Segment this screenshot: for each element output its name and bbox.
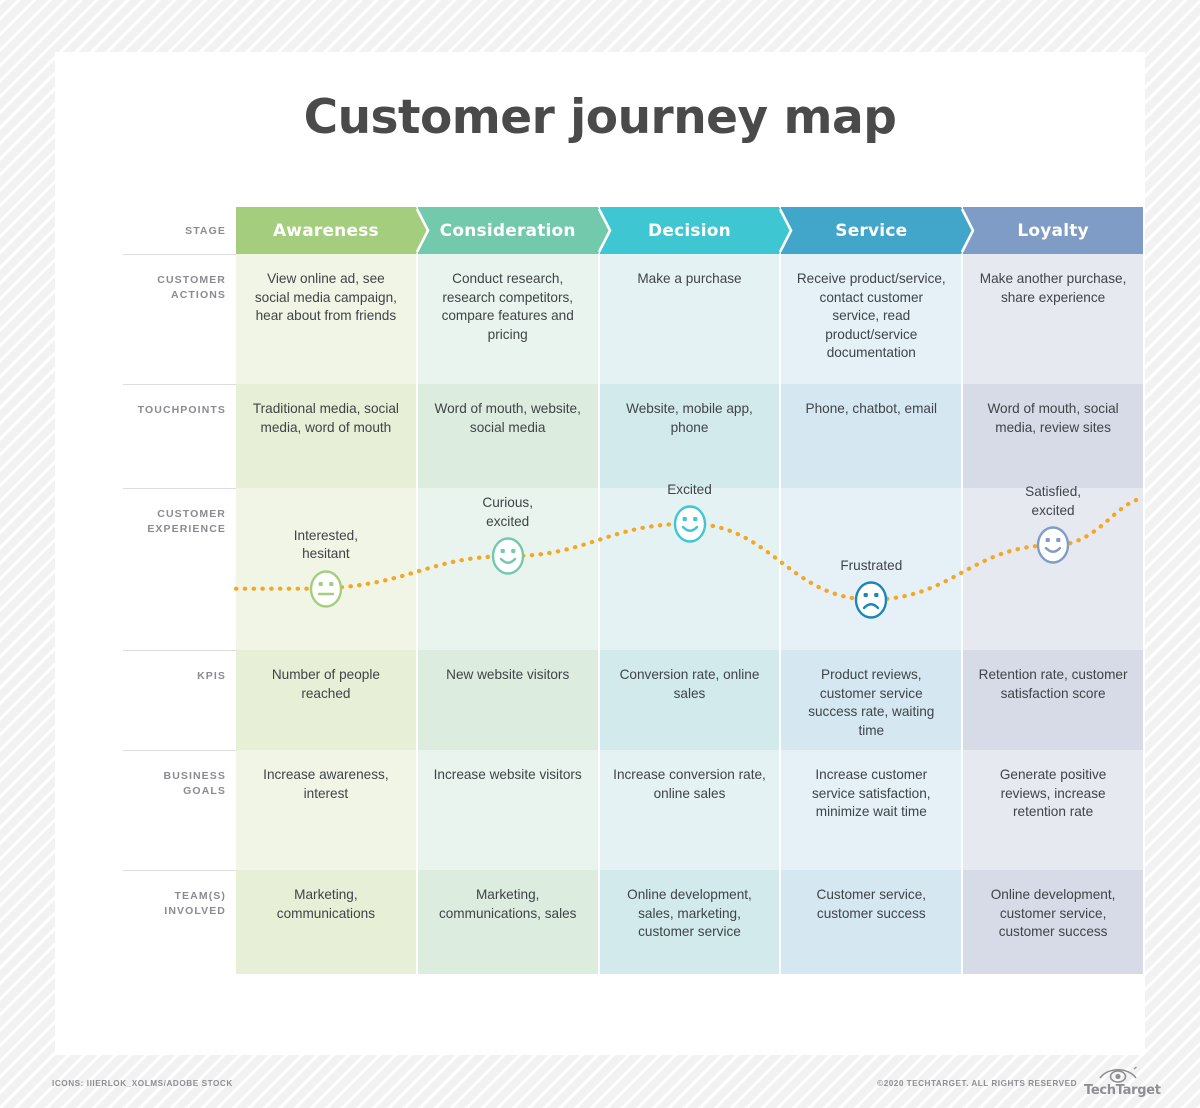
stage-header-decision[interactable]: Decision	[599, 207, 794, 254]
icon-credit: ICONS: IIIERLOK_XOLMS/ADOBE STOCK	[52, 1079, 233, 1088]
table-cell: View online ad, see social media campaig…	[236, 254, 416, 384]
stage-header-label: STAGE	[185, 224, 226, 237]
emotion-face-happy-icon	[1035, 525, 1071, 565]
row-cells: Increase awareness, interest Increase web…	[236, 750, 1143, 870]
footer: ICONS: IIIERLOK_XOLMS/ADOBE STOCK ©2020 …	[0, 1060, 1200, 1108]
table-cell: Generate positive reviews, increase rete…	[963, 750, 1143, 870]
emotion-label: Interested, hesitant	[293, 527, 358, 562]
row-label: KPIs	[123, 650, 236, 750]
row-label: CUSTOMER ACTIONS	[123, 254, 236, 384]
emotion-label: Curious, excited	[482, 495, 533, 529]
table-cell: Marketing, communications	[236, 870, 416, 974]
row-cells: Marketing, communications Marketing, comm…	[236, 870, 1143, 974]
table-cell: Online development, customer service, cu…	[963, 870, 1143, 974]
table-cell: Increase website visitors	[417, 750, 598, 870]
copyright-notice: ©2020 TECHTARGET. ALL RIGHTS RESERVED	[877, 1079, 1077, 1088]
table-cell: Word of mouth, social media, review site…	[963, 384, 1143, 488]
emotion-label: Satisfied, excited	[1025, 484, 1082, 518]
table-row: TEAM(S) INVOLVED Marketing, communications…	[123, 870, 1143, 974]
row-label: CUSTOMER EXPERIENCE	[123, 488, 236, 650]
stage-label: Service	[835, 220, 908, 241]
table-row: KPIs Number of people reached New website …	[123, 650, 1143, 750]
row-cells: Traditional media, social media, word of…	[236, 384, 1143, 488]
table-row: CUSTOMER ACTIONS View online ad, see socia…	[123, 254, 1143, 384]
table-cell: Product reviews, customer service succes…	[781, 650, 962, 750]
table-cell: Phone, chatbot, email	[781, 384, 962, 488]
table-cell: Traditional media, social media, word of…	[236, 384, 416, 488]
row-label: BUSINESS GOALS	[123, 750, 236, 870]
stage-header-loyalty[interactable]: Loyalty	[963, 207, 1143, 254]
table-cell: Word of mouth, website, social media	[417, 384, 598, 488]
stage-header-cells: Awareness Consideration Decision Service Loy…	[236, 207, 1143, 254]
table-row: CUSTOMER EXPERIENCE Interested, hesitant Cur…	[123, 482, 1146, 650]
table-row: BUSINESS GOALS Increase awareness, interes…	[123, 750, 1143, 870]
table-cell: New website visitors	[417, 650, 598, 750]
techtarget-wordmark: TechTarget	[1084, 1083, 1161, 1098]
table-cell: Increase customer service satisfaction, …	[781, 750, 962, 870]
page-title: Customer journey map	[303, 90, 897, 145]
row-cells: View online ad, see social media campaig…	[236, 254, 1143, 384]
table-cell: Receive product/service, contact custome…	[781, 254, 962, 384]
stage-header-service[interactable]: Service	[781, 207, 976, 254]
journey-map-body: CUSTOMER ACTIONS View online ad, see socia…	[123, 254, 1146, 974]
emotion-label: Frustrated	[840, 557, 903, 573]
table-cell: Number of people reached	[236, 650, 416, 750]
emotion-face-sad-icon	[853, 580, 889, 620]
stage-label: Decision	[648, 220, 731, 241]
emotion-face-neutral-icon	[308, 569, 344, 609]
stage-label: Awareness	[272, 220, 379, 241]
table-cell: Retention rate, customer satisfaction sc…	[963, 650, 1143, 750]
emotion-face-happy-icon	[672, 504, 708, 544]
table-row: TOUCHPOINTS Traditional media, social med…	[123, 384, 1143, 488]
table-cell: Make another purchase, share experience	[963, 254, 1143, 384]
emotion-face-happy-icon	[490, 536, 526, 576]
table-cell: Website, mobile app, phone	[599, 384, 780, 488]
row-cells: Number of people reached New website visi…	[236, 650, 1143, 750]
table-cell: Conduct research, research competitors, …	[417, 254, 598, 384]
table-cell: Online development, sales, marketing, cu…	[599, 870, 780, 974]
stage-header-row: STAGE Awareness Consideration Decision Serv…	[123, 207, 1143, 254]
row-label: TEAM(S) INVOLVED	[123, 870, 236, 974]
stage-label: Loyalty	[1017, 220, 1089, 241]
stage-header-consideration[interactable]: Consideration	[417, 207, 612, 254]
stage-label: Consideration	[439, 220, 576, 241]
infographic-card: Customer journey map STAGE Awareness Cons…	[55, 52, 1146, 1055]
journey-map-table: STAGE Awareness Consideration Decision Serv…	[123, 207, 1146, 974]
table-cell: Marketing, communications, sales	[417, 870, 598, 974]
table-cell: Increase conversion rate, online sales	[599, 750, 780, 870]
techtarget-logo: TechTarget	[1084, 1066, 1161, 1100]
table-cell: Increase awareness, interest	[236, 750, 416, 870]
row-label: TOUCHPOINTS	[123, 384, 236, 488]
table-cell: Make a purchase	[599, 254, 780, 384]
emotion-label: Excited	[667, 481, 712, 497]
stage-header-awareness[interactable]: Awareness	[236, 207, 430, 254]
table-cell: Customer service, customer success	[781, 870, 962, 974]
table-cell: Conversion rate, online sales	[599, 650, 780, 750]
